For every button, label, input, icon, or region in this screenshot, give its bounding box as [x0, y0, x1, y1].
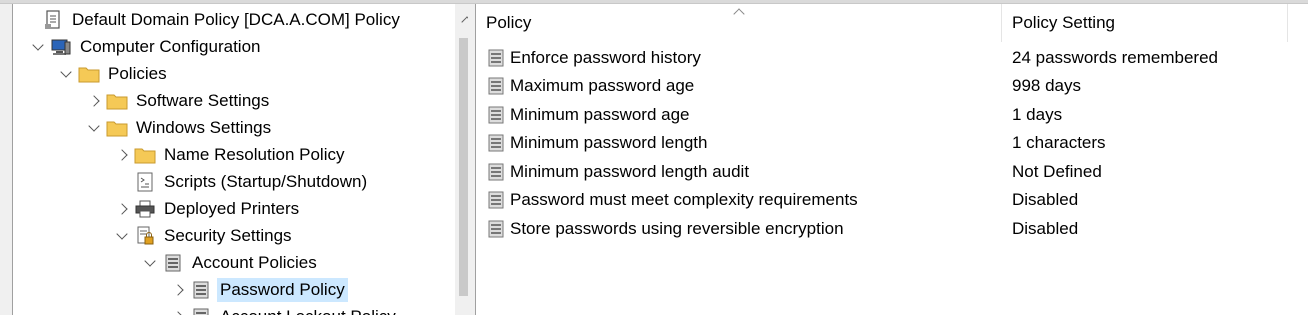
tree-item-security-settings[interactable]: Security Settings	[111, 222, 295, 249]
policy-setting-value: 998 days	[1012, 76, 1081, 95]
tree-item-default-domain-policy[interactable]: Default Domain Policy [DCA.A.COM] Policy	[19, 6, 403, 33]
chevron-down-icon[interactable]	[55, 60, 77, 87]
folder-icon	[77, 60, 101, 87]
policy-setting-value: 1 days	[1012, 105, 1063, 124]
sort-ascending-icon	[733, 7, 745, 20]
chevron-down-icon[interactable]	[111, 222, 133, 249]
tree-item-label: Account Policies	[192, 252, 317, 272]
folder-icon	[105, 114, 129, 141]
column-header-label: Policy Setting	[1012, 13, 1115, 32]
list-item[interactable]: Minimum password length audit Not Define…	[476, 158, 1308, 186]
pane-splitter[interactable]	[468, 4, 476, 315]
tree-item-label: Windows Settings	[136, 117, 272, 137]
policy-setting-value: 24 passwords remembered	[1012, 48, 1218, 67]
chevron-down-icon[interactable]	[27, 33, 49, 60]
policy-setting-icon	[486, 190, 506, 210]
policy-setting-icon	[486, 105, 506, 125]
policy-book-icon	[189, 276, 213, 303]
tree-item-name-resolution-policy[interactable]: Name Resolution Policy	[111, 141, 347, 168]
policy-setting-icon	[486, 48, 506, 68]
policy-setting-icon	[486, 76, 506, 96]
tree-item-label: Account Lockout Policy	[217, 305, 399, 315]
policy-name: Maximum password age	[510, 76, 695, 95]
chevron-down-icon[interactable]	[139, 249, 161, 276]
tree-item-scripts[interactable]: Scripts (Startup/Shutdown)	[111, 168, 370, 195]
script-icon	[133, 168, 157, 195]
policy-setting-icon	[486, 219, 506, 239]
policy-name: Minimum password age	[510, 105, 690, 124]
tree-item-deployed-printers[interactable]: Deployed Printers	[111, 195, 302, 222]
tree-item-windows-settings[interactable]: Windows Settings	[83, 114, 274, 141]
column-header-policy-setting[interactable]: Policy Setting	[1002, 4, 1288, 42]
tree-item-label: Default Domain Policy [DCA.A.COM] Policy	[72, 9, 400, 29]
policy-setting-value: Disabled	[1012, 190, 1079, 209]
column-header-label: Policy	[486, 13, 532, 32]
tree-item-label: Scripts (Startup/Shutdown)	[164, 171, 368, 191]
policy-setting-value: Disabled	[1012, 219, 1079, 238]
list-item[interactable]: Password must meet complexity requiremen…	[476, 186, 1308, 214]
chevron-down-icon[interactable]	[83, 114, 105, 141]
scroll-up-arrow-icon[interactable]	[455, 4, 468, 36]
tree-item-policies[interactable]: Policies	[55, 60, 170, 87]
tree-item-label: Software Settings	[136, 90, 270, 110]
group-policy-editor-window: Default Domain Policy [DCA.A.COM] Policy…	[0, 0, 1308, 315]
tree-item-label: Policies	[108, 63, 167, 83]
tree-item-label: Name Resolution Policy	[164, 144, 345, 164]
list-item[interactable]: Minimum password length 1 characters	[476, 129, 1308, 157]
policy-setting-value: 1 characters	[1012, 133, 1106, 152]
policy-list[interactable]: Policy Policy Setting Enforce password h…	[476, 4, 1308, 315]
tree-item-account-lockout-policy[interactable]: Account Lockout Policy	[167, 303, 399, 315]
security-settings-icon	[133, 222, 157, 249]
computer-icon	[49, 33, 73, 60]
policy-setting-value: Not Defined	[1012, 162, 1102, 181]
tree-item-label: Computer Configuration	[80, 36, 261, 56]
policy-name: Minimum password length	[510, 133, 708, 152]
tree-vertical-scrollbar[interactable]	[455, 4, 468, 315]
policy-name: Store passwords using reversible encrypt…	[510, 219, 844, 238]
policy-book-icon	[161, 249, 185, 276]
chevron-right-icon[interactable]	[83, 87, 105, 114]
policy-name: Enforce password history	[510, 48, 701, 67]
printer-icon	[133, 195, 157, 222]
tree-item-software-settings[interactable]: Software Settings	[83, 87, 272, 114]
tree-item-label: Deployed Printers	[164, 198, 300, 218]
chevron-right-icon[interactable]	[111, 141, 133, 168]
tree-item-account-policies[interactable]: Account Policies	[139, 249, 320, 276]
chevron-right-icon[interactable]	[111, 195, 133, 222]
tree-item-label: Password Policy	[217, 277, 348, 302]
list-item[interactable]: Maximum password age 998 days	[476, 72, 1308, 100]
policy-document-icon	[41, 6, 65, 33]
policy-setting-icon	[486, 133, 506, 153]
chevron-right-icon[interactable]	[167, 303, 189, 315]
scrollbar-thumb[interactable]	[459, 38, 468, 296]
list-item[interactable]: Enforce password history 24 passwords re…	[476, 44, 1308, 72]
policy-setting-icon	[486, 162, 506, 182]
tree-item-label: Security Settings	[164, 225, 292, 245]
tree-item-password-policy[interactable]: Password Policy	[167, 276, 348, 303]
console-tree[interactable]: Default Domain Policy [DCA.A.COM] Policy…	[12, 4, 468, 315]
expander-none	[19, 6, 41, 33]
list-item[interactable]: Minimum password age 1 days	[476, 101, 1308, 129]
policy-name: Minimum password length audit	[510, 162, 750, 181]
list-item[interactable]: Store passwords using reversible encrypt…	[476, 215, 1308, 243]
chevron-right-icon[interactable]	[167, 276, 189, 303]
folder-icon	[133, 141, 157, 168]
expander-none	[111, 168, 133, 195]
folder-icon	[105, 87, 129, 114]
policy-book-icon	[189, 303, 213, 315]
tree-item-computer-configuration[interactable]: Computer Configuration	[27, 33, 263, 60]
policy-name: Password must meet complexity requiremen…	[510, 190, 858, 209]
